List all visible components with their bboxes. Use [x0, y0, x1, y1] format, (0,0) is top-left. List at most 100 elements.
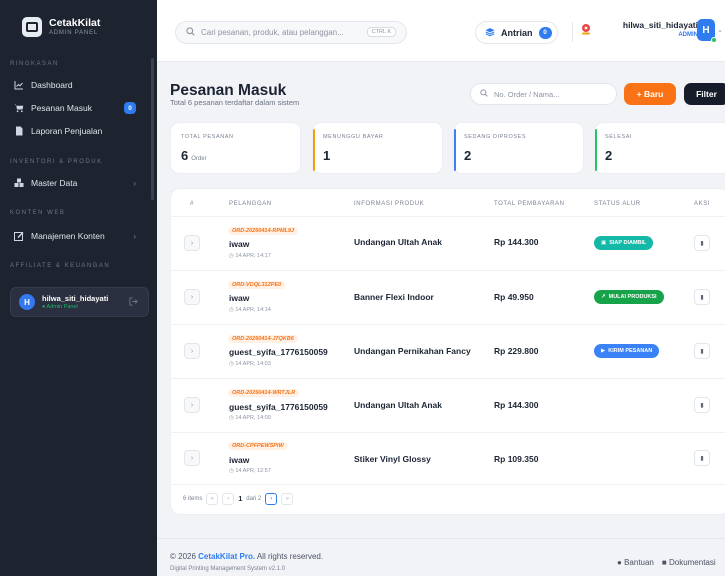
expand-row-button[interactable]: ›: [184, 235, 200, 251]
logout-icon[interactable]: [129, 296, 138, 308]
expand-row-button[interactable]: ›: [184, 289, 200, 305]
expand-row-button[interactable]: ›: [184, 450, 200, 466]
docs-link[interactable]: ■ Dokumentasi: [662, 558, 716, 567]
chevron-right-icon: ›: [190, 347, 194, 355]
next-page-button[interactable]: ›: [265, 493, 278, 505]
sidebar-item-dashboard[interactable]: Dashboard: [10, 76, 150, 94]
pagination: 6 items « ‹ 1 dari 2 › »: [183, 491, 294, 507]
stat-value: 6 Order: [181, 148, 207, 163]
bell-icon[interactable]: [580, 23, 592, 37]
status-badge[interactable]: ▶ KIRIM PESANAN: [594, 344, 660, 358]
customer-name: iwaw: [229, 293, 250, 303]
status-badge[interactable]: ↗ MULAI PRODUKSI: [594, 290, 664, 304]
header-divider: [170, 216, 725, 217]
chevron-right-icon: ›: [133, 231, 136, 241]
sidebar-item-label: Dashboard: [31, 80, 73, 90]
sidebar-item-label: Manajemen Konten: [31, 231, 105, 241]
product-name: Undangan Pernikahan Fancy: [354, 346, 471, 356]
edit-icon: [14, 231, 24, 241]
box-icon: ▣: [601, 240, 607, 246]
stat-accent-bar: [595, 129, 597, 171]
global-search-input[interactable]: Cari pesanan, produk, atau pelanggan... …: [175, 21, 407, 44]
expand-row-button[interactable]: ›: [184, 343, 200, 359]
customer-name: iwaw: [229, 455, 250, 465]
total-price: Rp 229.800: [494, 346, 539, 356]
user-role: ● Admin Panel: [42, 303, 78, 310]
topbar-user-info[interactable]: hilwa_siti_hidayati ADMIN: [623, 20, 698, 40]
help-link[interactable]: ● Bantuan: [617, 558, 654, 567]
section-title-affiliate: AFFILIATE & KEUANGAN: [10, 263, 111, 269]
brand-subtitle: ADMIN PANEL: [49, 29, 99, 36]
sidebar-item-manajemen-konten[interactable]: Manajemen Konten ›: [10, 227, 150, 245]
printer-logo-icon: [22, 17, 42, 37]
truck-icon: ▶: [601, 348, 606, 354]
first-page-button[interactable]: «: [206, 493, 219, 505]
column-header-number: #: [190, 201, 194, 207]
new-order-button[interactable]: + Baru: [624, 83, 676, 105]
chevron-right-icon: ›: [190, 293, 194, 301]
keyboard-shortcut-hint: CTRL K: [366, 27, 396, 37]
total-price: Rp 109.350: [494, 454, 539, 464]
filter-button[interactable]: Filter: [684, 83, 725, 105]
sidebar-item-master-data[interactable]: Master Data ›: [10, 174, 150, 192]
prev-page-button[interactable]: ‹: [222, 493, 235, 505]
expand-row-button[interactable]: ›: [184, 397, 200, 413]
topbar-user-name: hilwa_siti_hidayati: [622, 20, 698, 30]
footer-brand-link[interactable]: CetakKilat Pro.: [198, 552, 255, 561]
stat-card-sedang-diproses: SEDANG DIPROSES 2: [453, 122, 584, 174]
product-name: Banner Flexi Indoor: [354, 292, 434, 302]
row-divider: [170, 324, 725, 325]
document-icon[interactable]: ▮: [694, 235, 710, 251]
customer-name: guest_syifa_1776150059: [229, 402, 328, 412]
stat-value: 1: [323, 148, 331, 163]
stat-label: MENUNGGU BAYAR: [323, 134, 384, 140]
column-header-status: STATUS ALUR: [594, 201, 641, 207]
layers-icon: [485, 27, 495, 39]
divider: [572, 22, 573, 42]
search-icon: [186, 27, 195, 38]
status-badge[interactable]: ▣ SIAP DIAMBIL: [594, 236, 654, 250]
sidebar-scrollbar[interactable]: [151, 58, 154, 200]
order-id-badge[interactable]: ORD-CPFPEWSPIW: [228, 442, 288, 450]
section-title-ringkasan: RINGKASAN: [10, 61, 59, 67]
order-time: ◷ 14 APR, 14:03: [229, 361, 271, 367]
footer-version: Digital Printing Management System v2.1.…: [170, 566, 286, 572]
stat-label: TOTAL PESANAN: [181, 134, 234, 140]
order-id-badge[interactable]: ORD-VDQL31ZPE0: [228, 281, 286, 289]
queue-label: Antrian: [501, 27, 533, 38]
last-page-button[interactable]: »: [281, 493, 294, 505]
file-icon: [14, 126, 24, 136]
order-id-badge[interactable]: ORD-20260414-RPML9J: [228, 227, 299, 235]
queue-count-badge: 0: [538, 26, 552, 39]
order-search-input[interactable]: No. Order / Nama...: [470, 83, 617, 105]
chevron-down-icon[interactable]: ⌄: [717, 26, 723, 34]
sidebar-item-label: Master Data: [31, 178, 78, 188]
search-placeholder: Cari pesanan, produk, atau pelanggan...: [201, 28, 344, 37]
footer-links: ● Bantuan ■ Dokumentasi: [617, 558, 716, 567]
stat-card-selesai: SELESAI 2: [594, 122, 725, 174]
sidebar-item-laporan-penjualan[interactable]: Laporan Penjualan: [10, 122, 150, 140]
product-name: Stiker Vinyl Glossy: [354, 454, 431, 464]
queue-button[interactable]: Antrian 0: [475, 21, 558, 44]
section-title-konten-web: KONTEN WEB: [10, 210, 66, 216]
document-icon[interactable]: ▮: [694, 343, 710, 359]
document-icon[interactable]: ▮: [694, 289, 710, 305]
column-header-produk: INFORMASI PRODUK: [354, 201, 425, 207]
sidebar-user-card[interactable]: H hilwa_siti_hidayati ● Admin Panel: [10, 287, 149, 317]
order-time: ◷ 14 APR, 14:00: [229, 415, 271, 421]
document-icon[interactable]: ▮: [694, 450, 710, 466]
cart-icon: [14, 103, 24, 113]
order-id-badge[interactable]: ORD-20260414-J7QKB6: [228, 335, 298, 343]
stat-label: SELESAI: [605, 134, 633, 140]
stat-card-menunggu-bayar: MENUNGGU BAYAR 1: [312, 122, 443, 174]
stat-card-total: TOTAL PESANAN 6 Order: [170, 122, 301, 174]
document-icon[interactable]: ▮: [694, 397, 710, 413]
total-price: Rp 144.300: [494, 400, 539, 410]
footer-copyright: © 2026 CetakKilat Pro. All rights reserv…: [170, 552, 324, 561]
sidebar-item-pesanan-masuk[interactable]: Pesanan Masuk 0: [10, 99, 150, 117]
product-name: Undangan Ultah Anak: [354, 237, 442, 247]
brand[interactable]: CetakKilat ADMIN PANEL: [0, 0, 157, 44]
stat-label: SEDANG DIPROSES: [464, 134, 527, 140]
order-time: ◷ 14 APR, 12:57: [229, 468, 271, 474]
order-id-badge[interactable]: ORD-20260414-WRTJLR: [228, 389, 300, 397]
